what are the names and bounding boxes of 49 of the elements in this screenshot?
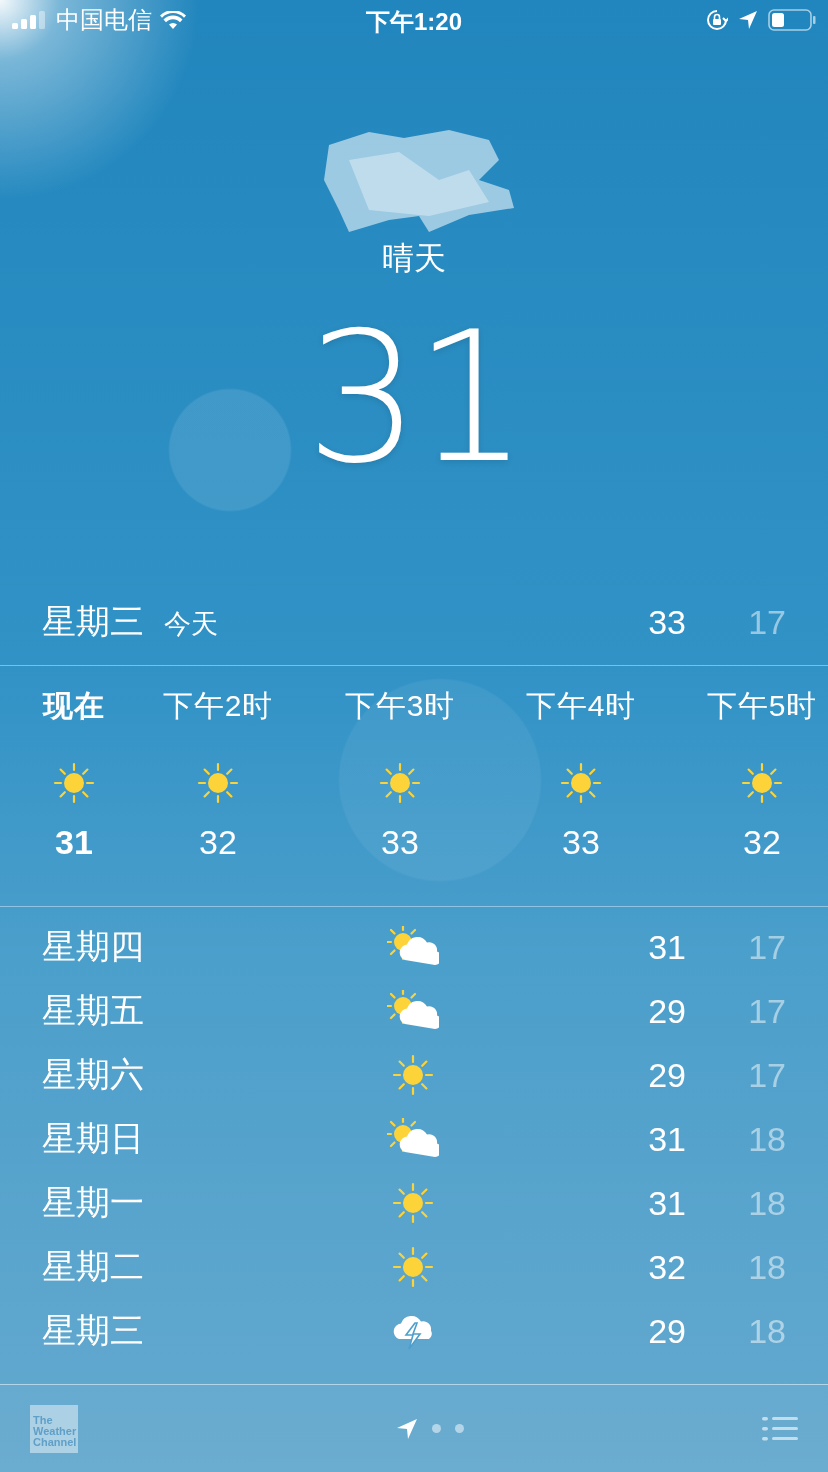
location-arrow-icon xyxy=(738,10,758,30)
low-temperature: 18 xyxy=(747,1183,786,1223)
signal-icon xyxy=(12,11,48,29)
high-temperature: 31 xyxy=(647,927,686,967)
high-temperature: 29 xyxy=(647,1311,686,1351)
weekday-label: 星期日 xyxy=(42,1118,145,1160)
weekday-label: 星期四 xyxy=(42,926,145,968)
status-time: 下午1:20 xyxy=(365,7,462,37)
weekday-label: 星期二 xyxy=(42,1246,145,1288)
carrier-name: 中国电信 xyxy=(56,5,152,35)
hour-label: 下午3时 xyxy=(344,687,456,724)
low-temperature: 17 xyxy=(747,927,786,967)
low-temperature: 17 xyxy=(747,991,786,1031)
low-temperature: 17 xyxy=(747,1055,786,1095)
battery-icon xyxy=(768,9,816,31)
weekday-label: 星期五 xyxy=(42,990,145,1032)
hour-temperature: 32 xyxy=(199,821,237,862)
weather-condition: 晴天 xyxy=(382,238,446,278)
hour-label: 下午2时 xyxy=(162,687,274,724)
location-arrow-icon[interactable] xyxy=(396,1417,418,1440)
page-dot[interactable] xyxy=(432,1424,441,1434)
high-temperature: 31 xyxy=(647,1119,686,1159)
hour-label: 下午5时 xyxy=(706,687,818,724)
weekday-label: 星期三 xyxy=(42,1310,145,1352)
provider-logo[interactable]: The Weather Channel xyxy=(30,1404,78,1453)
low-temperature: 18 xyxy=(747,1119,786,1159)
high-temperature: 29 xyxy=(647,991,686,1031)
hour-temperature: 33 xyxy=(562,821,600,862)
hour-temperature: 31 xyxy=(55,821,93,862)
low-temperature: 18 xyxy=(747,1247,786,1287)
rotation-lock-icon xyxy=(706,9,728,31)
today-label: 今天 xyxy=(164,608,218,642)
weekday-label: 星期一 xyxy=(42,1182,145,1224)
page-dot[interactable] xyxy=(455,1424,464,1434)
wifi-icon xyxy=(160,11,186,29)
low-temperature: 17 xyxy=(747,602,786,642)
high-temperature: 32 xyxy=(647,1247,686,1287)
hour-label: 下午4时 xyxy=(525,687,637,724)
weekday-label: 星期三 xyxy=(42,601,144,643)
high-temperature: 29 xyxy=(647,1055,686,1095)
weekday-label: 星期六 xyxy=(42,1054,145,1096)
hour-label: 现在 xyxy=(43,687,105,724)
low-temperature: 18 xyxy=(747,1311,786,1351)
high-temperature: 33 xyxy=(647,602,686,642)
hour-temperature: 32 xyxy=(743,821,781,862)
hour-temperature: 33 xyxy=(381,821,419,862)
high-temperature: 31 xyxy=(647,1183,686,1223)
list-icon[interactable] xyxy=(762,1415,798,1442)
current-temperature: 31 xyxy=(305,307,523,488)
